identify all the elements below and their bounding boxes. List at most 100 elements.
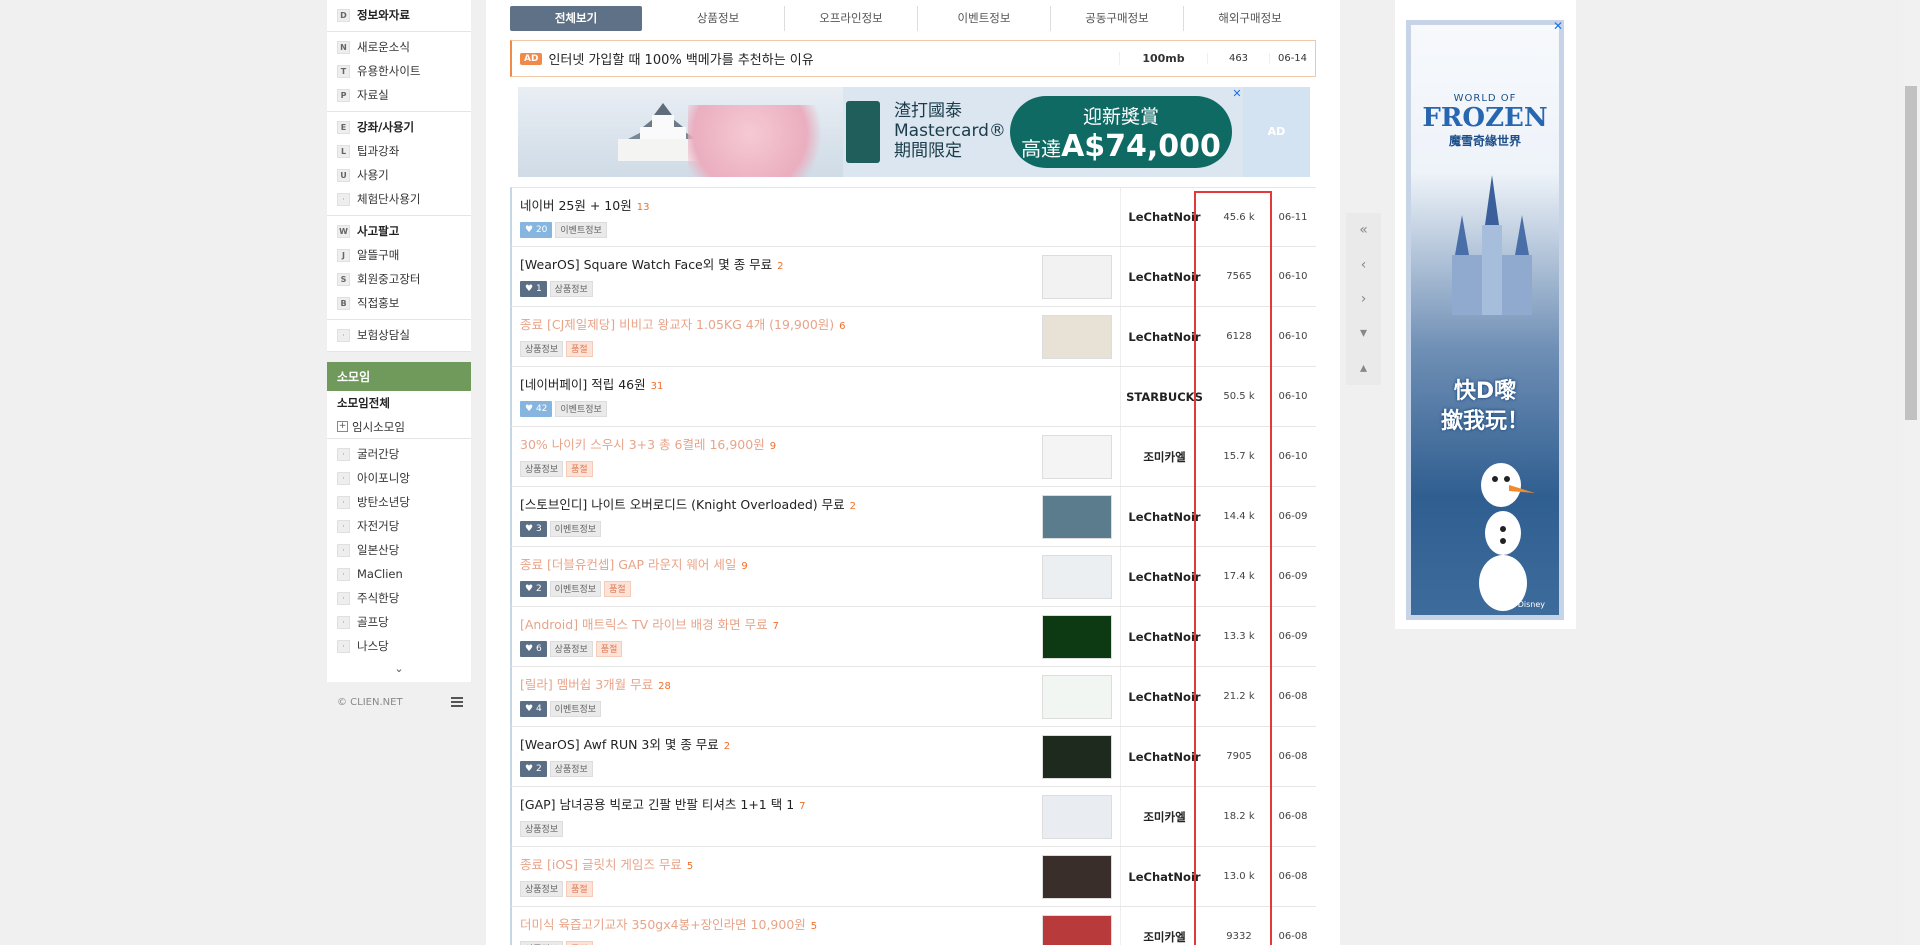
tab-1[interactable]: 상품정보: [652, 6, 785, 31]
post-title[interactable]: [Android] 매트릭스 TV 라이브 배경 화면 무료: [520, 617, 768, 632]
post-author[interactable]: 조미카엘: [1120, 907, 1208, 945]
somoim-item[interactable]: ·나스당: [327, 634, 471, 658]
post-author[interactable]: LeChatNoir: [1120, 547, 1208, 606]
post-author[interactable]: LeChatNoir: [1120, 847, 1208, 906]
post-row[interactable]: 종료 [iOS] 글릿치 게임즈 무료5상품정보품절LeChatNoir13.0…: [510, 847, 1316, 907]
post-title[interactable]: 더미식 육즙고기교자 350gx4봉+장인라면 10,900원: [520, 917, 806, 932]
sidebar-item[interactable]: S회원중고장터: [327, 267, 471, 291]
sidebar-section-lectures[interactable]: E강좌/사용기: [327, 115, 471, 139]
post-author[interactable]: LeChatNoir: [1120, 667, 1208, 726]
chevron-down-icon[interactable]: ⌄: [327, 658, 471, 682]
post-row[interactable]: [릴라] 멤버쉽 3개월 무료28♥ 4이벤트정보LeChatNoir21.2 …: [510, 667, 1316, 727]
post-title-line[interactable]: [스토브인디] 나이트 오버로디드 (Knight Overloaded) 무료…: [520, 495, 1042, 515]
post-row[interactable]: [네이버페이] 적립 46원31♥ 42이벤트정보STARBUCKS50.5 k…: [510, 367, 1316, 427]
close-icon[interactable]: ✕: [1553, 19, 1563, 33]
post-row[interactable]: [WearOS] Square Watch Face외 몇 종 무료2♥ 1상품…: [510, 247, 1316, 307]
post-title[interactable]: [네이버페이] 적립 46원: [520, 377, 646, 392]
post-row[interactable]: [스토브인디] 나이트 오버로디드 (Knight Overloaded) 무료…: [510, 487, 1316, 547]
post-thumbnail[interactable]: [1042, 855, 1112, 899]
post-thumbnail[interactable]: [1042, 495, 1112, 539]
right-ad[interactable]: WORLD OF FROZEN 魔雪奇緣世界 快D嚟 撳我玩！ ©Disney …: [1395, 0, 1576, 629]
post-title[interactable]: 종료 [iOS] 글릿치 게임즈 무료: [520, 857, 682, 872]
post-row[interactable]: 종료 [더블유컨셉] GAP 라운지 웨어 세일9♥ 2이벤트정보품절LeCha…: [510, 547, 1316, 607]
somoim-item[interactable]: ·굴러간당: [327, 442, 471, 466]
post-author[interactable]: LeChatNoir: [1120, 307, 1208, 366]
post-title-line[interactable]: [Android] 매트릭스 TV 라이브 배경 화면 무료7: [520, 615, 1042, 635]
post-title-line[interactable]: 더미식 육즙고기교자 350gx4봉+장인라면 10,900원5: [520, 915, 1042, 935]
sidebar-item[interactable]: J알뜰구매: [327, 243, 471, 267]
post-title[interactable]: 종료 [더블유컨셉] GAP 라운지 웨어 세일: [520, 557, 736, 572]
tab-0[interactable]: 전체보기: [510, 6, 642, 31]
somoim-item[interactable]: ·아이포니앙: [327, 466, 471, 490]
sidebar-item[interactable]: N새로운소식: [327, 35, 471, 59]
post-row[interactable]: [GAP] 남녀공용 빅로고 긴팔 반팔 티셔츠 1+1 택 17상품정보조미카…: [510, 787, 1316, 847]
post-author[interactable]: LeChatNoir: [1120, 607, 1208, 666]
ad-post-row[interactable]: AD 인터넷 가입할 때 100% 백메가를 추천하는 이유 100mb 463…: [510, 40, 1316, 77]
tab-2[interactable]: 오프라인정보: [785, 6, 918, 31]
arrow-up-icon[interactable]: ▴: [1346, 351, 1381, 385]
somoim-item[interactable]: ·골프당: [327, 610, 471, 634]
tab-5[interactable]: 해외구매정보: [1184, 6, 1316, 31]
scrollbar-thumb[interactable]: [1905, 86, 1917, 420]
post-author[interactable]: LeChatNoir: [1120, 247, 1208, 306]
post-title-line[interactable]: [WearOS] Awf RUN 3외 몇 종 무료2: [520, 735, 1042, 755]
post-title-line[interactable]: [릴라] 멤버쉽 3개월 무료28: [520, 675, 1042, 695]
post-title-line[interactable]: [WearOS] Square Watch Face외 몇 종 무료2: [520, 255, 1042, 275]
post-title[interactable]: [GAP] 남녀공용 빅로고 긴팔 반팔 티셔츠 1+1 택 1: [520, 797, 794, 812]
post-thumbnail[interactable]: [1042, 735, 1112, 779]
post-author[interactable]: STARBUCKS: [1120, 367, 1208, 426]
post-title[interactable]: [스토브인디] 나이트 오버로디드 (Knight Overloaded) 무료: [520, 497, 845, 512]
post-thumbnail[interactable]: [1042, 315, 1112, 359]
post-title[interactable]: 30% 나이키 스우시 3+3 총 6켤레 16,900원: [520, 437, 765, 452]
post-row[interactable]: 더미식 육즙고기교자 350gx4봉+장인라면 10,900원5상품정보품절조미…: [510, 907, 1316, 945]
post-title-line[interactable]: 종료 [CJ제일제당] 비비고 왕교자 1.05KG 4개 (19,900원)6: [520, 315, 1042, 335]
banner-ad[interactable]: 渣打國泰 Mastercard® 期間限定 迎新獎賞 高達A$74,000 ✕ …: [518, 87, 1310, 177]
post-title[interactable]: [WearOS] Square Watch Face외 몇 종 무료: [520, 257, 772, 272]
post-author[interactable]: 조미카엘: [1120, 427, 1208, 486]
somoim-item[interactable]: ·주식한당: [327, 586, 471, 610]
somoim-item[interactable]: ·일본산당: [327, 538, 471, 562]
sidebar-item[interactable]: T유용한사이트: [327, 59, 471, 83]
post-row[interactable]: [WearOS] Awf RUN 3외 몇 종 무료2♥ 2상품정보LeChat…: [510, 727, 1316, 787]
post-thumbnail[interactable]: [1042, 615, 1112, 659]
post-author[interactable]: 조미카엘: [1120, 787, 1208, 846]
sidebar-item[interactable]: U사용기: [327, 163, 471, 187]
chevron-left-icon[interactable]: ‹: [1346, 247, 1381, 281]
sidebar-section-trade[interactable]: W사고팔고: [327, 219, 471, 243]
somoim-all-link[interactable]: 소모임전체: [327, 391, 471, 415]
post-thumbnail[interactable]: [1042, 915, 1112, 945]
sidebar-item[interactable]: ·보험상담실: [327, 323, 471, 347]
post-thumbnail[interactable]: [1042, 675, 1112, 719]
post-title-line[interactable]: 종료 [더블유컨셉] GAP 라운지 웨어 세일9: [520, 555, 1042, 575]
post-thumbnail[interactable]: [1042, 435, 1112, 479]
post-author[interactable]: LeChatNoir: [1120, 487, 1208, 546]
sidebar-item[interactable]: ·체험단사용기: [327, 187, 471, 211]
double-chevron-left-icon[interactable]: «: [1346, 213, 1381, 247]
somoim-item[interactable]: ·방탄소년당: [327, 490, 471, 514]
post-author[interactable]: LeChatNoir: [1120, 188, 1208, 246]
post-title-line[interactable]: 30% 나이키 스우시 3+3 총 6켤레 16,900원9: [520, 435, 1042, 455]
sidebar-item[interactable]: B직접홍보: [327, 291, 471, 315]
post-title-line[interactable]: 네이버 25원 + 10원13: [520, 196, 1042, 216]
arrow-down-icon[interactable]: ▾: [1346, 316, 1381, 350]
sidebar-item-info[interactable]: D정보와자료: [327, 3, 471, 27]
post-title[interactable]: 네이버 25원 + 10원: [520, 198, 632, 213]
post-title-line[interactable]: 종료 [iOS] 글릿치 게임즈 무료5: [520, 855, 1042, 875]
somoim-temp-toggle[interactable]: + 임시소모임: [327, 415, 471, 439]
post-row[interactable]: 30% 나이키 스우시 3+3 총 6켤레 16,900원9상품정보품절조미카엘…: [510, 427, 1316, 487]
post-title-line[interactable]: [GAP] 남녀공용 빅로고 긴팔 반팔 티셔츠 1+1 택 17: [520, 795, 1042, 815]
post-author[interactable]: LeChatNoir: [1120, 727, 1208, 786]
somoim-item[interactable]: ·자전거당: [327, 514, 471, 538]
post-row[interactable]: [Android] 매트릭스 TV 라이브 배경 화면 무료7♥ 6상품정보품절…: [510, 607, 1316, 667]
sidebar-item[interactable]: L팁과강좌: [327, 139, 471, 163]
menu-icon[interactable]: [451, 697, 463, 707]
tab-3[interactable]: 이벤트정보: [918, 6, 1051, 31]
sidebar-item[interactable]: P자료실: [327, 83, 471, 107]
chevron-right-icon[interactable]: ›: [1346, 282, 1381, 316]
post-thumbnail[interactable]: [1042, 795, 1112, 839]
ad-post-title[interactable]: 인터넷 가입할 때 100% 백메가를 추천하는 이유: [548, 49, 1119, 68]
post-row[interactable]: 종료 [CJ제일제당] 비비고 왕교자 1.05KG 4개 (19,900원)6…: [510, 307, 1316, 367]
frozen-ad-image[interactable]: WORLD OF FROZEN 魔雪奇緣世界 快D嚟 撳我玩！ ©Disney: [1406, 20, 1564, 620]
tab-4[interactable]: 공동구매정보: [1051, 6, 1184, 31]
post-title[interactable]: 종료 [CJ제일제당] 비비고 왕교자 1.05KG 4개 (19,900원): [520, 317, 834, 332]
